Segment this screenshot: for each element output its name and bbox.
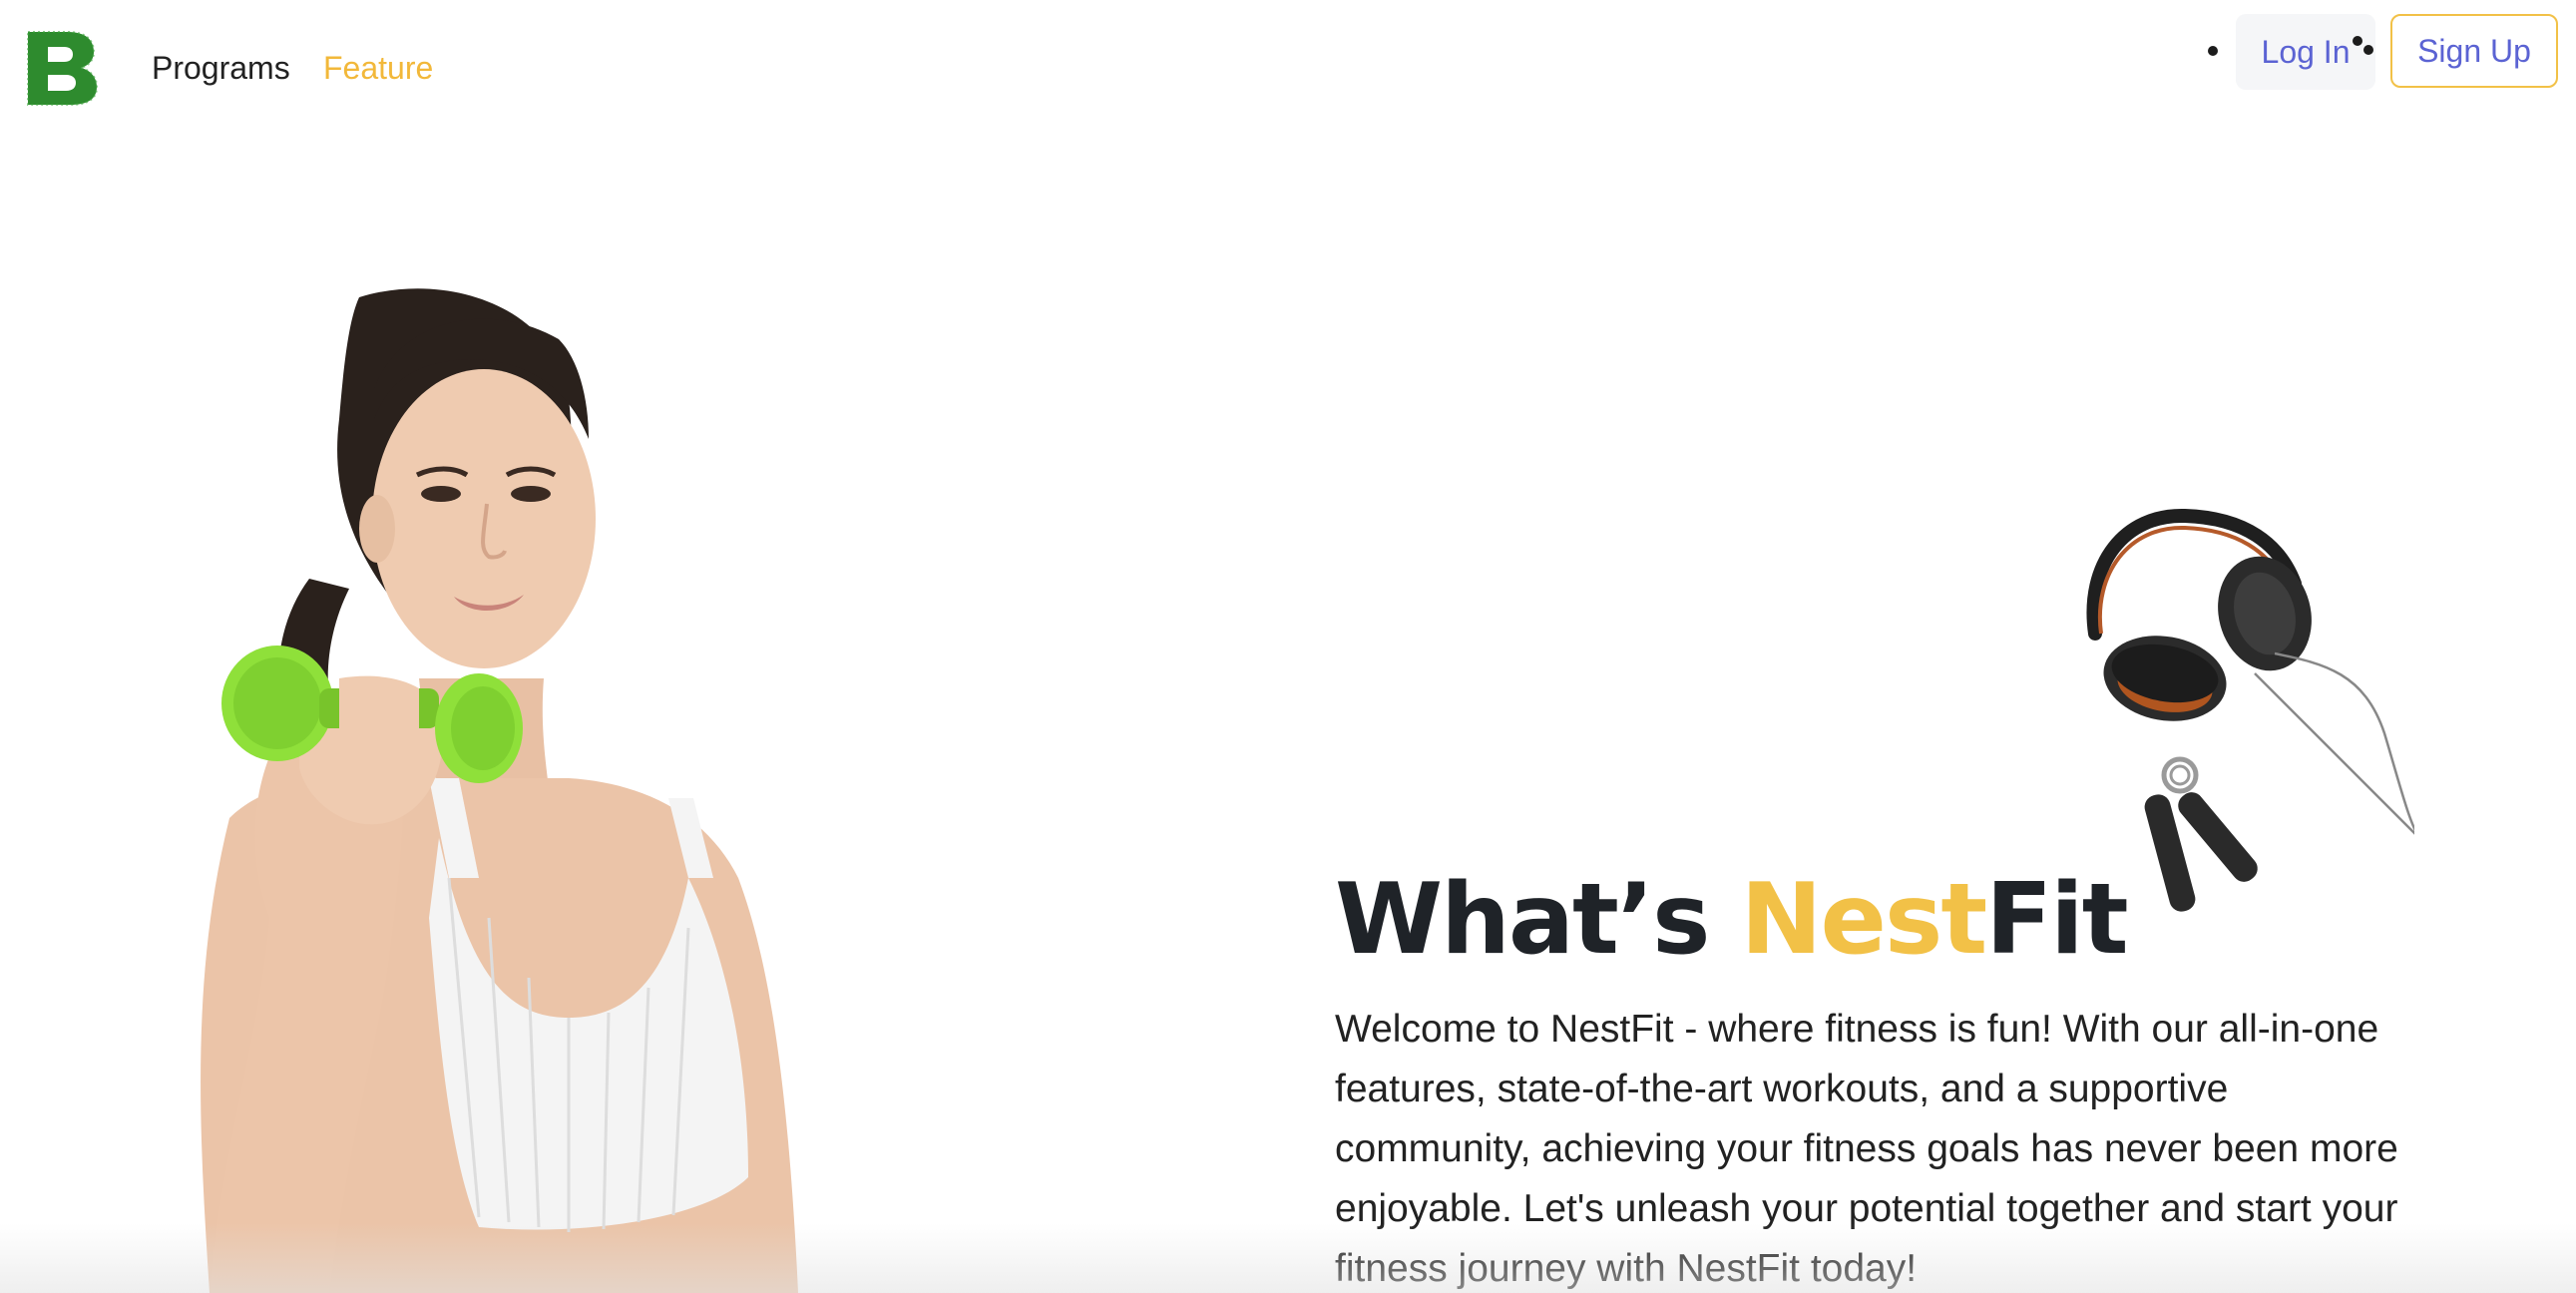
decorative-dot <box>2363 45 2373 55</box>
hero-description: Welcome to NestFit - where fitness is fu… <box>1335 1008 2398 1290</box>
top-navbar: Programs Feature Log In Sign Up <box>0 0 2576 140</box>
hero-title: What’s NestFit <box>1335 860 2129 980</box>
hero-title-prefix: What’s <box>1335 863 1741 977</box>
nav-link-programs[interactable]: Programs <box>152 48 290 88</box>
woman-with-dumbbell-image <box>201 288 798 1293</box>
landing-page: Programs Feature Log In Sign Up What’s N… <box>0 0 2576 1293</box>
decorative-dot <box>2353 36 2362 46</box>
nav-link-feature[interactable]: Feature <box>323 48 433 88</box>
hero-title-accent: Nest <box>1740 863 1988 977</box>
decorative-dot <box>2208 46 2218 56</box>
signup-button[interactable]: Sign Up <box>2390 14 2558 88</box>
hero-title-suffix: Fit <box>1985 863 2128 977</box>
brand-logo-icon[interactable] <box>24 28 100 108</box>
login-button[interactable]: Log In <box>2236 14 2375 90</box>
